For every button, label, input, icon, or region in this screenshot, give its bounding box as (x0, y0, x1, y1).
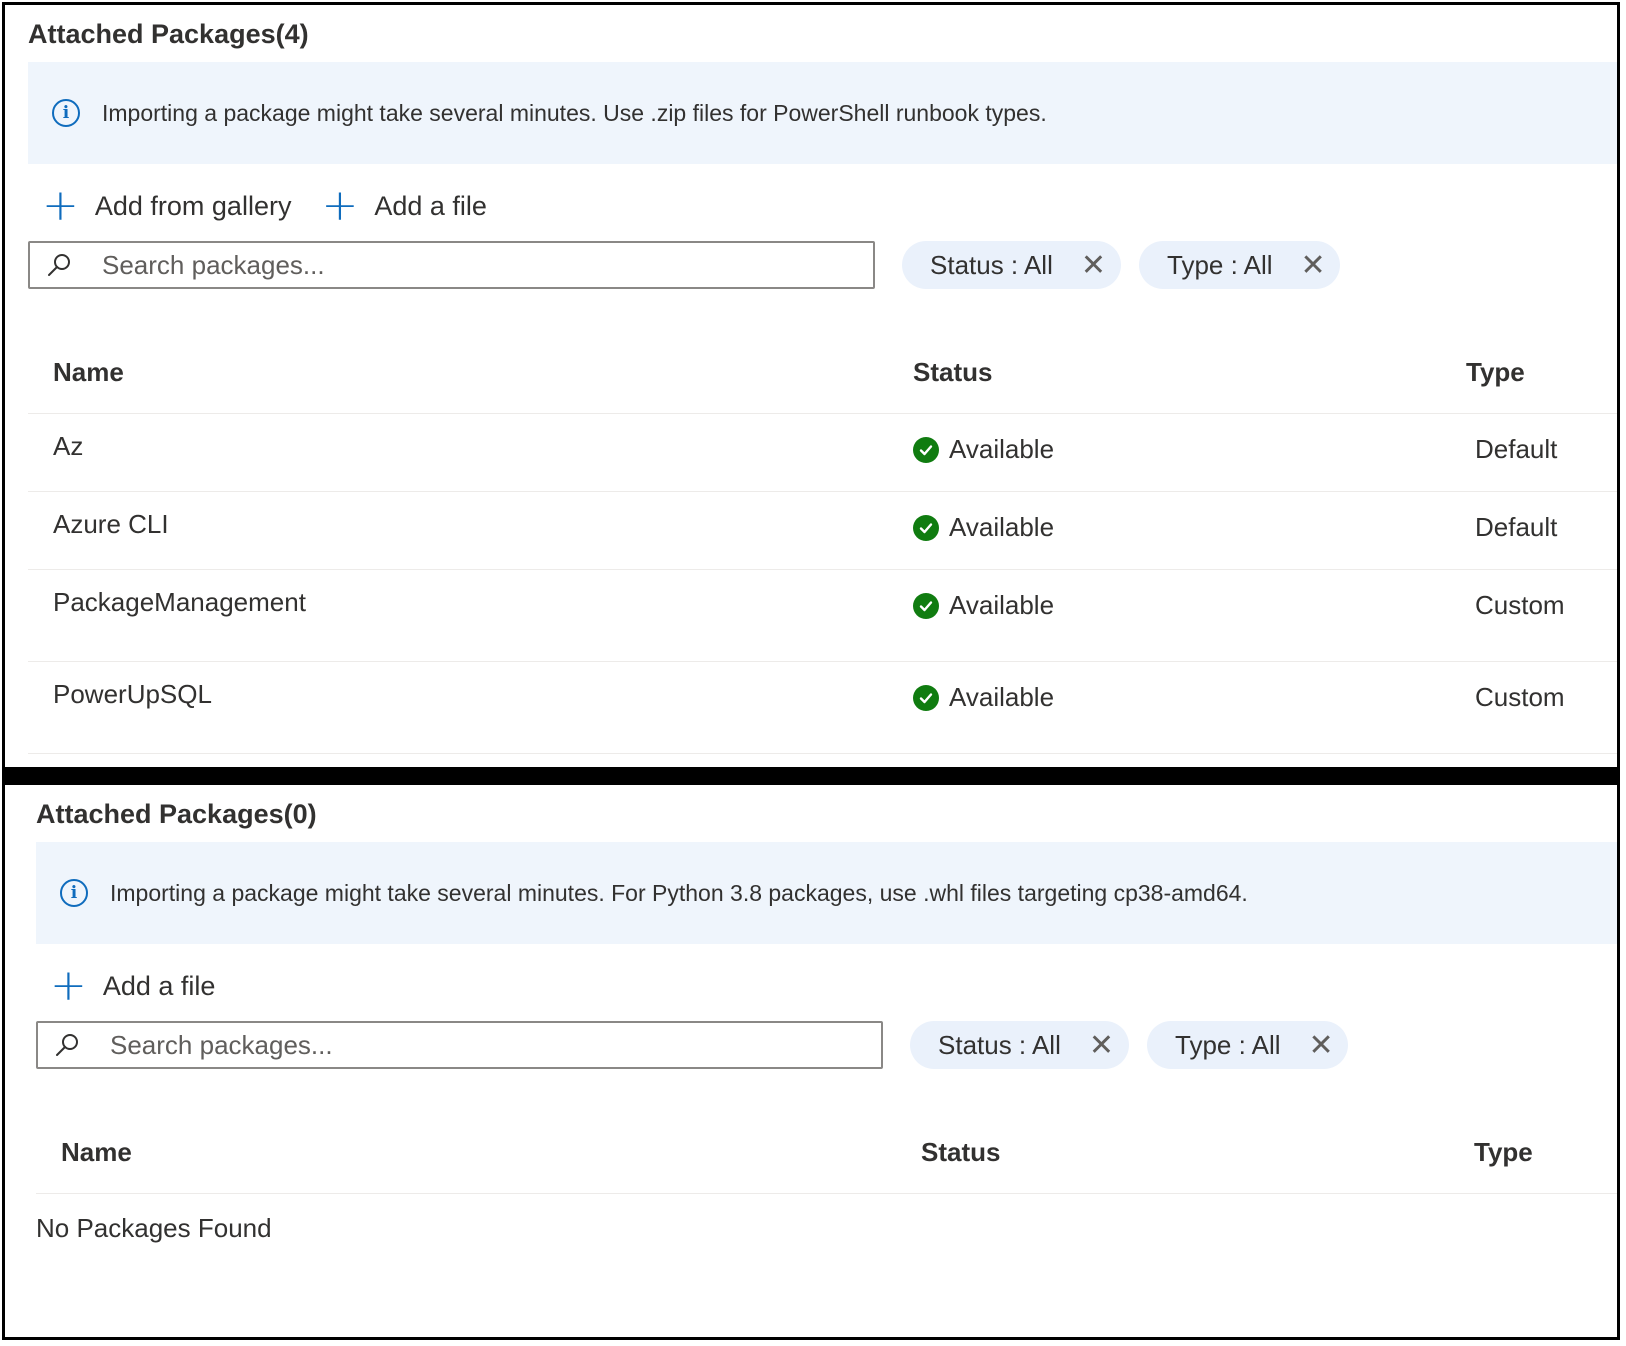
table-row[interactable]: PowerUpSQL Available Custom (28, 662, 1617, 754)
column-header-name[interactable]: Name (61, 1137, 132, 1168)
column-header-type[interactable]: Type (1466, 357, 1525, 388)
toolbar: + Add from gallery + Add a file (42, 181, 517, 231)
package-name[interactable]: PackageManagement (53, 587, 306, 618)
add-from-gallery-label: Add from gallery (94, 190, 292, 221)
add-from-gallery-button[interactable]: + Add from gallery (42, 184, 291, 228)
plus-icon: + (42, 180, 79, 231)
search-icon (48, 254, 70, 276)
panel-title: Attached Packages(4) (28, 19, 309, 49)
add-file-label: Add a file (374, 190, 487, 221)
table-row[interactable]: Az Available Default (28, 414, 1617, 492)
status-filter-pill[interactable]: Status : All ✕ (902, 241, 1121, 289)
package-name[interactable]: PowerUpSQL (53, 679, 212, 710)
check-circle-icon (913, 684, 939, 711)
check-circle-icon (913, 592, 939, 619)
close-icon[interactable]: ✕ (1309, 1028, 1334, 1063)
status-filter-label: Status : All (938, 1029, 1061, 1060)
panel-divider (5, 767, 1617, 785)
empty-state-message: No Packages Found (36, 1213, 272, 1243)
type-filter-pill[interactable]: Type : All ✕ (1147, 1021, 1348, 1069)
package-type: Custom (1475, 682, 1565, 712)
package-status: Available (913, 434, 1054, 465)
check-circle-icon (913, 436, 939, 463)
close-icon[interactable]: ✕ (1301, 248, 1326, 283)
status-filter-label: Status : All (930, 249, 1053, 280)
table-row[interactable]: Azure CLI Available Default (28, 492, 1617, 570)
type-filter-label: Type : All (1167, 249, 1273, 280)
type-filter-label: Type : All (1175, 1029, 1281, 1060)
close-icon[interactable]: ✕ (1089, 1028, 1114, 1063)
add-file-button[interactable]: + Add a file (50, 964, 215, 1008)
toolbar: + Add a file (50, 961, 245, 1011)
package-status: Available (913, 682, 1054, 713)
column-header-type[interactable]: Type (1474, 1137, 1533, 1168)
screenshot-frame: Attached Packages(4) i Importing a packa… (2, 2, 1620, 1340)
search-input[interactable] (108, 1028, 812, 1062)
info-banner: i Importing a package might take several… (28, 62, 1617, 164)
info-banner: i Importing a package might take several… (36, 842, 1617, 944)
check-circle-icon (913, 514, 939, 541)
status-filter-pill[interactable]: Status : All ✕ (910, 1021, 1129, 1069)
plus-icon: + (50, 960, 87, 1011)
column-header-status[interactable]: Status (913, 357, 992, 388)
add-file-label: Add a file (102, 970, 216, 1001)
status-text: Available (949, 434, 1055, 464)
info-text: Importing a package might take several m… (102, 99, 1047, 126)
plus-icon: + (321, 180, 359, 231)
column-header-status[interactable]: Status (921, 1137, 1000, 1168)
package-name[interactable]: Azure CLI (53, 509, 169, 540)
search-box (28, 241, 875, 289)
info-icon: i (60, 879, 88, 907)
package-status: Available (913, 590, 1054, 621)
package-status: Available (913, 512, 1054, 543)
status-text: Available (949, 512, 1055, 542)
column-header-name[interactable]: Name (53, 357, 124, 388)
close-icon[interactable]: ✕ (1081, 248, 1106, 283)
package-type: Custom (1475, 590, 1565, 620)
package-name[interactable]: Az (53, 431, 83, 462)
table-header: Name Status Type (28, 335, 1617, 414)
status-text: Available (949, 590, 1055, 620)
info-icon: i (52, 99, 80, 127)
add-file-button[interactable]: + Add a file (321, 184, 486, 228)
packages-panel-powershell: Attached Packages(4) i Importing a packa… (5, 5, 1617, 767)
package-type: Default (1475, 512, 1558, 542)
package-type: Default (1475, 434, 1558, 464)
table-row[interactable]: PackageManagement Available Custom (28, 570, 1617, 662)
type-filter-pill[interactable]: Type : All ✕ (1139, 241, 1340, 289)
packages-panel-python: Attached Packages(0) i Importing a packa… (5, 785, 1617, 1337)
panel-title: Attached Packages(0) (36, 799, 317, 829)
info-text: Importing a package might take several m… (110, 879, 1248, 906)
search-icon (56, 1034, 78, 1056)
status-text: Available (949, 682, 1055, 712)
search-box (36, 1021, 883, 1069)
table-header: Name Status Type (36, 1115, 1617, 1194)
search-input[interactable] (100, 248, 804, 282)
